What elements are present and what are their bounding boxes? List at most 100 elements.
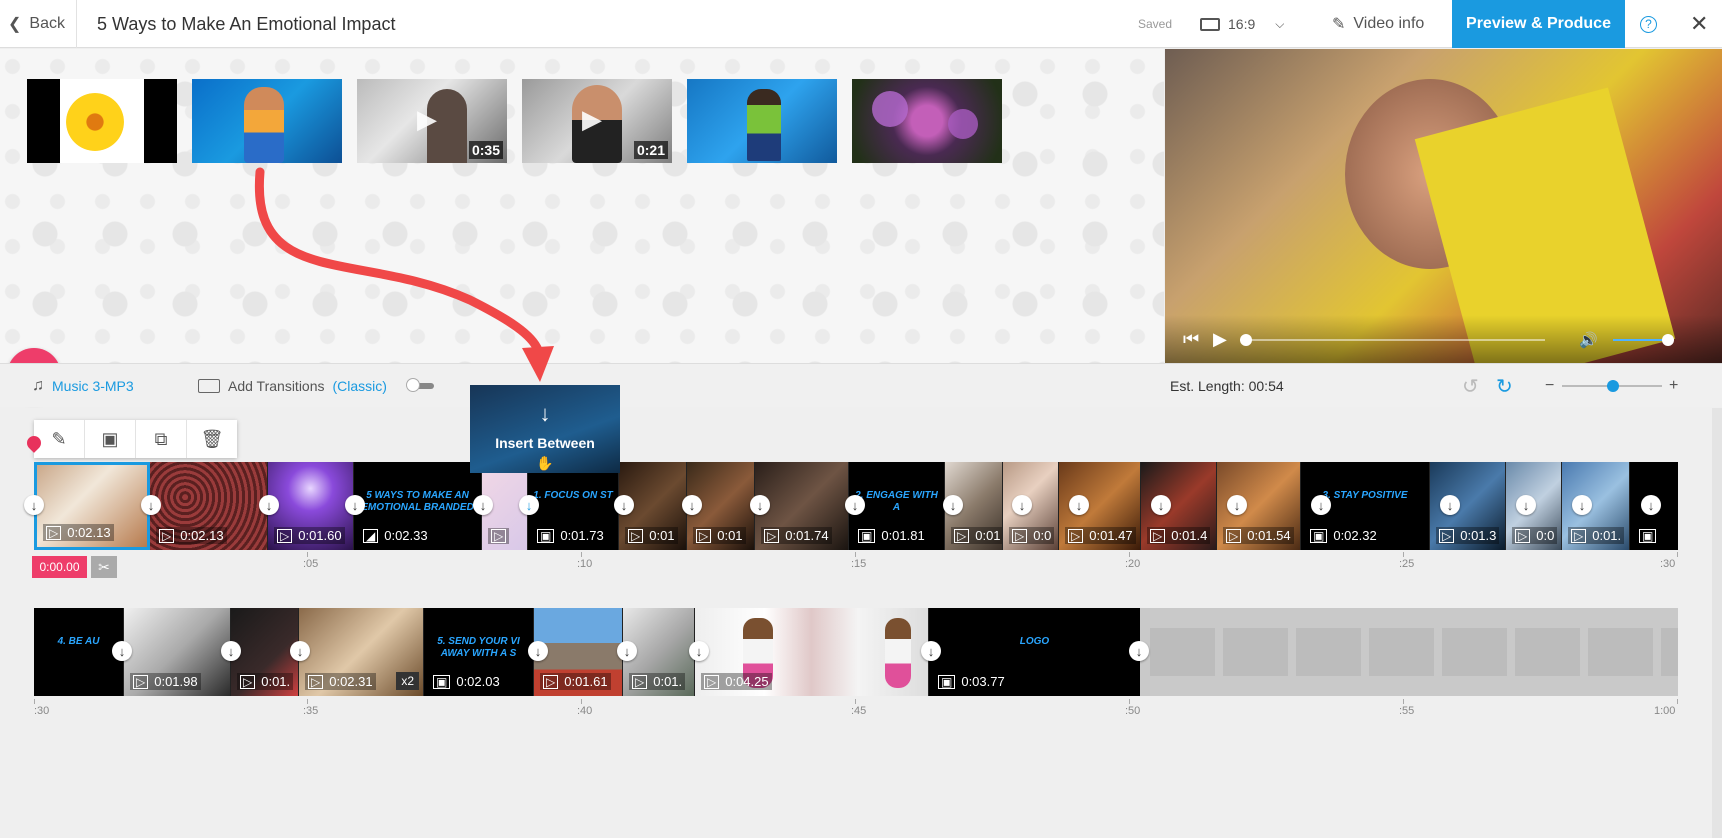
video-icon: ▷	[1012, 528, 1028, 543]
library-thumbnail[interactable]	[687, 79, 837, 163]
insert-point[interactable]: ↓	[689, 641, 709, 661]
insert-point[interactable]: ↓	[112, 641, 132, 661]
timeline-clip[interactable]: ▷ 0:01.	[231, 608, 299, 696]
timeline-clip[interactable]: ▷ 0:01.98	[124, 608, 231, 696]
timeline-clip[interactable]: 4. BE AU	[34, 608, 124, 696]
empty-track-placeholder[interactable]	[1140, 608, 1678, 696]
timeline-track-2: 4. BE AU ▷ 0:01.98 ▷ 0:01. ▷ 0:02.31 x2 5. …	[34, 608, 1140, 696]
video-icon: ▷	[159, 528, 175, 543]
color-fill-icon: ◢	[363, 528, 379, 543]
music-label: Music 3-MP3	[52, 378, 134, 394]
undo-icon[interactable]: ↺	[1462, 364, 1479, 408]
music-button[interactable]: ♫ Music 3-MP3	[32, 364, 134, 408]
trash-icon[interactable]: 🗑	[187, 420, 237, 458]
insert-point[interactable]: ↓	[845, 495, 865, 515]
timeline-scrollbar[interactable]	[1712, 408, 1722, 838]
ruler-label: :35	[303, 705, 319, 717]
zoom-out-icon[interactable]: −	[1545, 364, 1554, 408]
insert-point[interactable]: ↓	[1440, 495, 1460, 515]
insert-point[interactable]: ↓	[921, 641, 941, 661]
play-icon[interactable]: ▶	[1213, 329, 1227, 350]
timeline-clip[interactable]: ▷ 0:02.31 x2	[299, 608, 424, 696]
timeline-ruler-1: :05 :10 :15 :20 :25 :30	[34, 552, 1678, 574]
play-icon: ▶	[582, 104, 602, 134]
video-icon: ▷	[1515, 528, 1531, 543]
chevron-down-icon: ⌵	[1275, 16, 1285, 31]
library-thumbnail[interactable]: ▶ 0:21	[522, 79, 672, 163]
timeline-clip[interactable]: ▷ 0:01.60	[268, 462, 354, 550]
back-button[interactable]: ❮ Back	[8, 0, 65, 48]
insert-point[interactable]: ↓	[617, 641, 637, 661]
volume-handle[interactable]	[1662, 334, 1674, 346]
video-icon: ▷	[764, 528, 780, 543]
seek-handle[interactable]	[1240, 334, 1252, 346]
insert-point[interactable]: ↓	[614, 495, 634, 515]
insert-point-active[interactable]: ↓	[519, 495, 539, 515]
library-thumbnail[interactable]	[27, 79, 177, 163]
insert-point[interactable]: ↓	[24, 495, 44, 515]
video-preview[interactable]: ⏮ ▶ 🔊	[1165, 49, 1722, 363]
insert-point[interactable]: ↓	[345, 495, 365, 515]
insert-point[interactable]: ↓	[259, 495, 279, 515]
ruler-label: 1:00	[1654, 705, 1676, 717]
transitions-toggle[interactable]	[406, 364, 434, 408]
skip-back-icon[interactable]: ⏮	[1183, 329, 1199, 350]
insert-point[interactable]: ↓	[1069, 495, 1089, 515]
volume-slider[interactable]	[1613, 334, 1674, 346]
insert-point[interactable]: ↓	[290, 641, 310, 661]
video-icon: ▷	[1571, 528, 1587, 543]
insert-point[interactable]: ↓	[1227, 495, 1247, 515]
timeline-clip[interactable]: ▷ 0:02.13	[34, 462, 150, 550]
video-icon: ▷	[1068, 528, 1084, 543]
transitions-mode[interactable]: (Classic)	[333, 378, 387, 394]
clip-duration: 0:01.81	[881, 528, 925, 543]
redo-icon[interactable]: ↻	[1496, 364, 1513, 408]
insert-point[interactable]: ↓	[682, 495, 702, 515]
volume-icon[interactable]: 🔊	[1579, 331, 1598, 349]
insert-point[interactable]: ↓	[750, 495, 770, 515]
timeline-clip[interactable]: 5. SEND YOUR VI AWAY WITH A S ▣ 0:02.03	[424, 608, 534, 696]
preview-produce-button[interactable]: Preview & Produce	[1452, 0, 1625, 48]
ruler-label: :05	[303, 558, 319, 570]
zoom-handle[interactable]	[1607, 380, 1619, 392]
library-thumbnail[interactable]: ▶ 0:35	[357, 79, 507, 163]
video-icon: ▷	[1150, 528, 1166, 543]
ruler-label: :50	[1125, 705, 1141, 717]
insert-point[interactable]: ↓	[1129, 641, 1149, 661]
insert-point[interactable]: ↓	[1641, 495, 1661, 515]
insert-point[interactable]: ↓	[1572, 495, 1592, 515]
timeline-clip[interactable]: 5 WAYS TO MAKE AN EMOTIONAL BRANDED ◢ 0:0…	[354, 462, 482, 550]
timeline-clip[interactable]: ▷ 0:02.13	[150, 462, 268, 550]
library-thumbnail[interactable]	[192, 79, 342, 163]
drag-insert-popup[interactable]: ↓ Insert Between ✋	[470, 385, 620, 473]
clip-duration: 0:01	[975, 528, 1001, 543]
close-icon[interactable]: ✕	[1690, 0, 1708, 48]
clip-duration: 0:01	[649, 528, 675, 543]
duplicate-icon[interactable]: ⧉	[136, 420, 187, 458]
add-transitions-button[interactable]: Add Transitions (Classic)	[198, 364, 387, 408]
insert-point[interactable]: ↓	[943, 495, 963, 515]
aspect-ratio-dropdown[interactable]: 16:9 ⌵	[1200, 0, 1284, 48]
insert-point[interactable]: ↓	[1151, 495, 1171, 515]
project-title[interactable]: 5 Ways to Make An Emotional Impact	[97, 0, 395, 48]
insert-point[interactable]: ↓	[221, 641, 241, 661]
clip-duration: 0:01.98	[154, 674, 198, 689]
insert-point[interactable]: ↓	[1311, 495, 1331, 515]
insert-point[interactable]: ↓	[1012, 495, 1032, 515]
timeline-clip[interactable]: ▷ 0:04.25	[695, 608, 929, 696]
clip-duration: 0:0	[1033, 528, 1052, 543]
seek-bar[interactable]	[1240, 334, 1545, 346]
video-info-button[interactable]: ✎ Video info	[1332, 0, 1424, 48]
edit-icon[interactable]: ✎	[34, 420, 85, 458]
insert-point[interactable]: ↓	[528, 641, 548, 661]
timeline-clip[interactable]: 1. FOCUS ON ST ▣ 0:01.73	[528, 462, 619, 550]
zoom-slider[interactable]	[1562, 380, 1662, 392]
library-thumbnail[interactable]	[852, 79, 1002, 163]
zoom-in-icon[interactable]: +	[1669, 364, 1678, 408]
help-icon[interactable]: ?	[1640, 0, 1657, 48]
insert-point[interactable]: ↓	[1516, 495, 1536, 515]
insert-point[interactable]: ↓	[141, 495, 161, 515]
replace-icon[interactable]: ▣	[85, 420, 136, 458]
insert-point[interactable]: ↓	[473, 495, 493, 515]
timeline-clip[interactable]: LOGO ▣ 0:03.77	[929, 608, 1140, 696]
